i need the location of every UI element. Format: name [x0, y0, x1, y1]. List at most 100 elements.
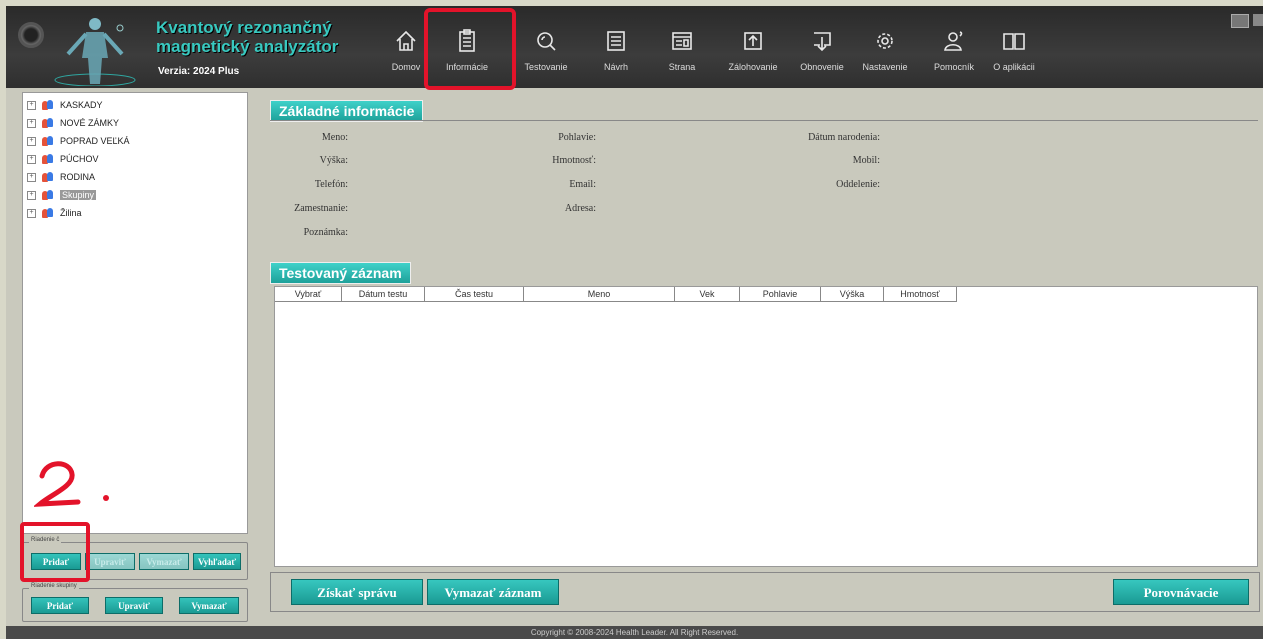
page-icon — [672, 32, 692, 50]
nav-about[interactable]: O aplikácii — [988, 28, 1040, 72]
app-header: Kvantový rezonančný magnetický analyzáto… — [6, 6, 1263, 90]
app-title-line1: Kvantový rezonančný — [156, 18, 332, 37]
nav-home-label: Domov — [391, 62, 421, 72]
job-label: Zamestnanie: — [294, 203, 348, 214]
edit-group-button[interactable]: Upraviť — [105, 597, 163, 614]
nav-page[interactable]: Strana — [662, 28, 702, 72]
add-group-button[interactable]: Pridať — [31, 597, 89, 614]
tree-item-label: KASKADY — [60, 100, 103, 110]
col-select[interactable]: Vybrať — [275, 287, 342, 302]
expand-icon[interactable]: + — [27, 190, 36, 200]
tree-item-label: PÚCHOV — [60, 154, 99, 164]
tree-item[interactable]: + POPRAD VEĽKÁ — [27, 133, 130, 149]
magnifier-icon — [537, 32, 556, 51]
expand-icon[interactable]: + — [27, 118, 36, 128]
search-member-button[interactable]: Vyhľadať — [193, 553, 241, 570]
nav-help-label: Pomocník — [933, 62, 975, 72]
nav-help[interactable]: Pomocník — [928, 28, 980, 72]
tree-item[interactable]: + RODINA — [27, 169, 95, 185]
col-gender[interactable]: Pohlavie — [740, 287, 821, 302]
nav-testing-label: Testovanie — [524, 62, 568, 72]
people-icon — [42, 153, 54, 165]
nav-settings[interactable]: Nastavenie — [856, 28, 914, 72]
body-figure-icon — [54, 18, 136, 86]
annotation-highlight-pridat — [20, 522, 90, 582]
home-icon — [396, 30, 416, 51]
expand-icon[interactable]: + — [27, 172, 36, 182]
col-weight[interactable]: Hmotnosť — [884, 287, 957, 302]
tree-item[interactable]: + KASKADY — [27, 97, 103, 113]
expand-icon[interactable]: + — [27, 136, 36, 146]
book-icon — [1003, 33, 1025, 50]
nav-proposal[interactable]: Návrh — [596, 28, 636, 72]
nav-restore[interactable]: Obnovenie — [794, 28, 850, 72]
col-test-time[interactable]: Čas testu — [425, 287, 524, 302]
nav-home[interactable]: Domov — [384, 28, 428, 72]
people-icon — [42, 117, 54, 129]
app-version: Verzia: 2024 Plus — [158, 66, 240, 77]
basic-info-title: Základné informácie — [270, 100, 424, 122]
tree-item[interactable]: + Žilina — [27, 205, 82, 221]
people-icon — [42, 189, 54, 201]
nav-restore-label: Obnovenie — [800, 62, 844, 72]
tree-item-label: Žilina — [60, 208, 82, 218]
weight-label: Hmotnosť: — [552, 155, 596, 166]
tree-item-label: NOVÉ ZÁMKY — [60, 118, 120, 128]
footer-copyright: Copyright © 2008-2024 Health Leader. All… — [6, 626, 1263, 639]
app-title: Kvantový rezonančný magnetický analyzáto… — [156, 18, 338, 56]
action-bar: Získať správu Vymazať záznam Porovnávaci… — [270, 572, 1260, 612]
close-button[interactable] — [1253, 14, 1263, 26]
divider — [270, 120, 1258, 121]
minimize-button[interactable] — [1231, 14, 1249, 28]
nav-page-label: Strana — [668, 62, 696, 72]
nav-about-label: O aplikácii — [993, 62, 1035, 72]
height-label: Výška: — [319, 155, 348, 166]
group-controls: Riadenie skupiny Pridať Upraviť Vymazať — [22, 583, 248, 622]
user-help-icon — [944, 31, 963, 51]
col-height[interactable]: Výška — [821, 287, 884, 302]
compare-button[interactable]: Porovnávacie — [1113, 579, 1249, 605]
col-age[interactable]: Vek — [675, 287, 740, 302]
people-icon — [42, 99, 54, 111]
tree-item-selected[interactable]: + Skupiny — [27, 187, 97, 203]
annotation-highlight-informacie — [424, 8, 516, 90]
address-label: Adresa: — [564, 203, 596, 214]
people-icon — [42, 171, 54, 183]
gender-label: Pohlavie: — [558, 132, 596, 143]
note-label: Poznámka: — [303, 227, 348, 238]
email-label: Email: — [569, 179, 596, 190]
get-report-button[interactable]: Získať správu — [291, 579, 423, 605]
group-controls-label: Riadenie skupiny — [29, 583, 79, 589]
upload-icon — [744, 32, 762, 50]
expand-icon[interactable]: + — [27, 154, 36, 164]
records-table[interactable]: Vybrať Dátum testu Čas testu Meno Vek Po… — [274, 286, 1258, 567]
col-name[interactable]: Meno — [524, 287, 675, 302]
delete-member-button[interactable]: Vymazať — [139, 553, 189, 570]
download-icon — [814, 32, 831, 52]
expand-icon[interactable]: + — [27, 100, 36, 110]
delete-record-button[interactable]: Vymazať záznam — [427, 579, 559, 605]
nav-proposal-label: Návrh — [603, 62, 628, 72]
phone-label: Telefón: — [314, 179, 348, 190]
tree-item[interactable]: + NOVÉ ZÁMKY — [27, 115, 119, 131]
tree-item-label: POPRAD VEĽKÁ — [60, 136, 130, 146]
expand-icon[interactable]: + — [27, 208, 36, 218]
name-label: Meno: — [321, 132, 348, 143]
people-icon — [42, 135, 54, 147]
annotation-step-number — [34, 461, 109, 507]
nav-backup[interactable]: Zálohovanie — [720, 28, 786, 72]
app-title-line2: magnetický analyzátor — [156, 37, 339, 56]
logo-icon — [18, 22, 44, 48]
gear-icon — [877, 33, 893, 49]
delete-group-button[interactable]: Vymazať — [179, 597, 239, 614]
tree-item-label: RODINA — [60, 172, 96, 182]
department-label: Oddelenie: — [836, 179, 880, 190]
tree-item[interactable]: + PÚCHOV — [27, 151, 99, 167]
nav-testing[interactable]: Testovanie — [516, 28, 576, 72]
app-window: Kvantový rezonančný magnetický analyzáto… — [6, 6, 1263, 639]
col-test-date[interactable]: Dátum testu — [342, 287, 425, 302]
records-title: Testovaný záznam — [270, 262, 411, 284]
people-icon — [42, 207, 54, 219]
edit-member-button[interactable]: Upraviť — [85, 553, 135, 570]
nav-settings-label: Nastavenie — [862, 62, 908, 72]
